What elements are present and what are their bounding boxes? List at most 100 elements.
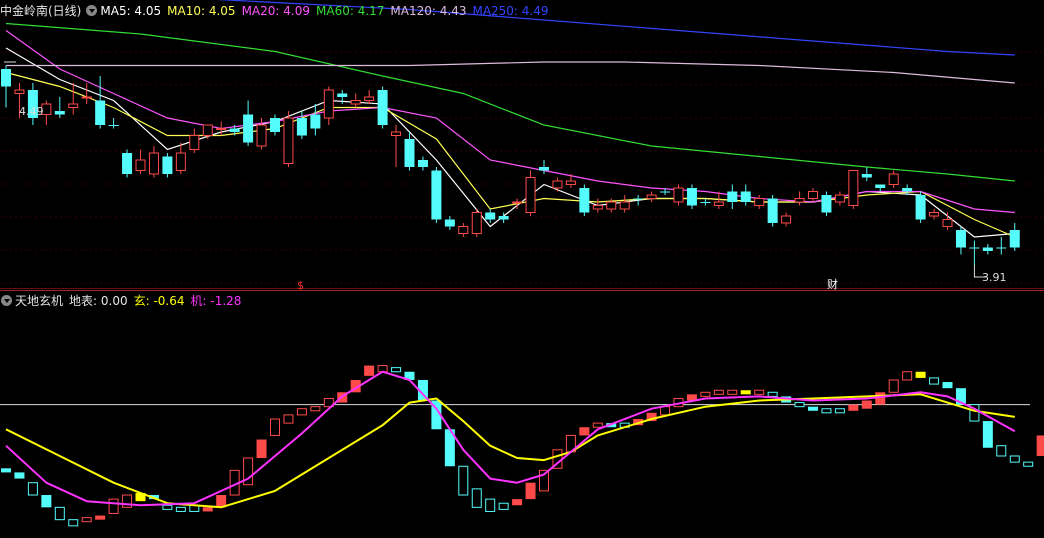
indicator-bar [848, 404, 859, 411]
indicator-bar [270, 418, 280, 436]
candle-body [270, 118, 280, 132]
candle-body [391, 131, 402, 136]
ma20-value: MA20: 4.09 [241, 4, 310, 18]
candle-body [202, 124, 213, 136]
indicator-bar [767, 391, 778, 397]
candle-body [673, 187, 684, 203]
candle-body [740, 191, 751, 202]
candle-body [14, 89, 25, 94]
candle-body [861, 174, 872, 178]
indicator-bar [471, 488, 482, 508]
indicator-lines [5, 370, 1016, 509]
ma10-value: MA10: 4.05 [167, 4, 236, 18]
candle-body [888, 173, 899, 185]
indicator-line [5, 370, 1016, 507]
dividend-marker[interactable]: $ [297, 279, 304, 292]
candle-body [189, 135, 200, 150]
indicator-bar [256, 439, 267, 459]
indicator-bar [915, 371, 926, 378]
indicator-bar [68, 519, 79, 527]
indicator-line [5, 393, 1015, 509]
candle-body [337, 93, 348, 97]
candle-body [525, 177, 536, 213]
indicator-title: 天地玄机 [15, 294, 64, 308]
candle-body [915, 195, 926, 220]
candle-body [767, 198, 778, 223]
indicator-bar [95, 515, 106, 520]
indicator-bar [310, 406, 321, 412]
indicator-bar [902, 371, 913, 381]
candle-body [646, 194, 657, 199]
indicator-bar [929, 377, 940, 385]
chart-root: 4.49 3.91 $ 财 中金岭南(日线) MA5: 4.05 MA10: 4.0… [0, 0, 1044, 538]
candle-body [148, 152, 159, 175]
indicator-bar [888, 379, 899, 393]
candle-body [458, 226, 469, 234]
indicator-bar [834, 408, 845, 414]
kline-chart[interactable]: 4.49 3.91 $ 财 [0, 0, 1044, 538]
indicator-bar [14, 472, 25, 479]
candle-body [350, 100, 361, 105]
ma-line [6, 61, 1015, 84]
candle-body [54, 111, 65, 115]
indicator-bar [996, 445, 1007, 457]
indicator-bar [485, 498, 496, 512]
indicator-bar [41, 495, 52, 508]
candle-body [364, 96, 375, 101]
indicator-bar [700, 391, 711, 397]
indicator-bar [579, 427, 590, 436]
candle-body [848, 170, 859, 206]
high-price-label: 4.49 [19, 105, 44, 118]
xuan-value: 玄: -0.64 [133, 294, 185, 308]
indicator-menu-icon[interactable] [86, 5, 98, 16]
candle-body [821, 195, 832, 213]
chart-labels: 4.49 3.91 $ 财 [19, 105, 1007, 292]
candle-body [68, 103, 79, 108]
indicator-bar [458, 465, 469, 496]
candle-body [431, 170, 442, 220]
indicator-bar [754, 389, 765, 395]
candle-body [498, 216, 509, 220]
candle-body [539, 167, 549, 171]
candle-body [942, 219, 953, 227]
indicator-bar [175, 506, 186, 512]
candle-body [135, 159, 146, 171]
indicator-bar [942, 382, 953, 389]
ji-value: 机: -1.28 [190, 294, 242, 308]
sub-indicator-menu-icon[interactable] [1, 295, 12, 306]
candle-body [229, 128, 240, 132]
candle-body [781, 215, 792, 224]
stock-title: 中金岭南(日线) [0, 4, 82, 18]
candle-body [417, 160, 428, 167]
indicator-bar [713, 389, 724, 395]
candle-body [296, 118, 307, 136]
candle-body [969, 247, 980, 249]
di-value: 地表: 0.00 [69, 294, 128, 308]
candle-body [633, 198, 644, 200]
candle-body [700, 202, 711, 203]
indicator-bar [525, 482, 536, 500]
finance-marker[interactable]: 财 [827, 277, 838, 291]
indicator-bar [296, 408, 307, 416]
candles [1, 61, 1020, 278]
candle-body [377, 90, 388, 125]
indicator-bars [0, 365, 1044, 527]
indicator-bar [498, 502, 509, 510]
candle-body [552, 180, 563, 189]
candle-body [283, 117, 294, 164]
candle-body [122, 153, 133, 174]
candle-body [81, 96, 92, 99]
ma60-value: MA60: 4.17 [316, 4, 385, 18]
candle-body [606, 201, 617, 210]
candle-body [794, 198, 805, 203]
candle-body [875, 184, 886, 188]
indicator-bar [861, 400, 872, 409]
candle-body [808, 191, 818, 199]
indicator-bar [364, 365, 375, 376]
indicator-bar [875, 392, 886, 405]
indicator-bar [794, 402, 805, 408]
indicator-bar [808, 406, 818, 411]
indicator-bar [821, 408, 832, 414]
candle-body [95, 100, 106, 125]
candle-body [754, 198, 765, 206]
